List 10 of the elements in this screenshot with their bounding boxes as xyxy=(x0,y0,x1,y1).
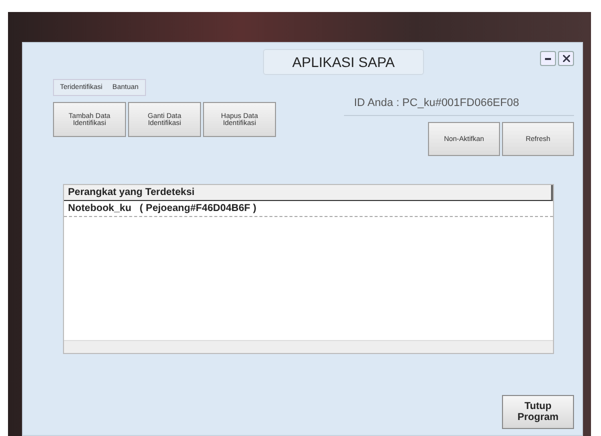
minimize-icon xyxy=(545,58,551,60)
exit-button[interactable]: Tutup Program xyxy=(502,395,574,429)
minimize-button[interactable] xyxy=(540,51,556,66)
close-icon xyxy=(562,55,570,62)
id-label: ID Anda : PC_ku#001FD066EF08 xyxy=(344,93,574,116)
close-button[interactable] xyxy=(558,51,574,66)
device-row[interactable]: Notebook_ku ( Pejoeang#F46D04B6F ) xyxy=(64,201,553,217)
window-title: APLIKASI SAPA xyxy=(263,49,424,75)
horizontal-scrollbar[interactable] xyxy=(64,340,553,353)
column-header: Perangkat yang Terdeteksi xyxy=(64,185,553,201)
